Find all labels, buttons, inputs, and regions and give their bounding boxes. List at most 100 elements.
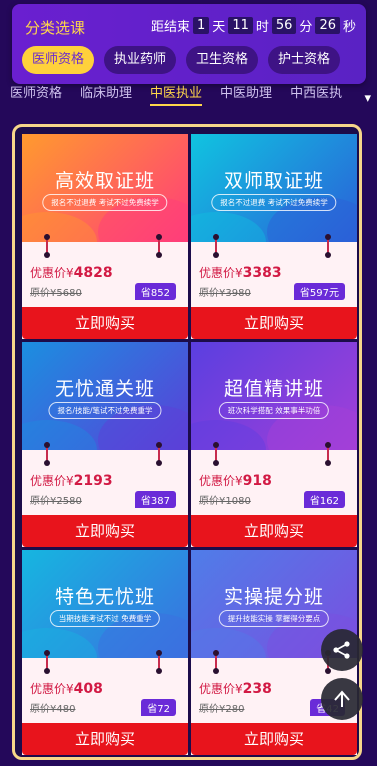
share-button[interactable]	[321, 629, 363, 671]
price-label: 优惠价	[30, 474, 67, 488]
course-title: 无忧通关班	[54, 378, 155, 400]
subtab-clinical-assistant[interactable]: 临床助理	[80, 82, 132, 106]
course-price: 优惠价¥2193	[30, 472, 113, 489]
category-pill-health[interactable]: 卫生资格	[186, 46, 259, 74]
price-value: 408	[73, 681, 103, 697]
binder-ring-icon	[325, 442, 331, 466]
subtab-integrated-medicine[interactable]: 中西医执	[290, 82, 342, 106]
binder-ring-icon	[325, 234, 331, 258]
course-banner: 超值精讲班 班次科学搭配 效果事半功倍	[191, 342, 357, 450]
countdown-minutes: 56	[271, 17, 297, 34]
binder-ring-icon	[156, 234, 162, 258]
currency-symbol: ¥	[235, 474, 243, 488]
course-title: 双师取证班	[223, 170, 324, 192]
binder-ring-icon	[213, 234, 219, 258]
arrow-up-icon	[334, 690, 350, 707]
price-value: 918	[242, 473, 272, 489]
buy-now-button[interactable]: 立即购买	[22, 723, 188, 755]
buy-now-button[interactable]: 立即购买	[22, 515, 188, 547]
banner-decoration	[191, 212, 266, 242]
banner-decoration	[22, 420, 97, 450]
course-card[interactable]: 超值精讲班 班次科学搭配 效果事半功倍 优惠价¥918 原价¥1080 省162…	[191, 342, 357, 547]
price-label: 优惠价	[30, 266, 67, 280]
savings-badge: 省387	[134, 491, 176, 508]
countdown-hours: 11	[228, 17, 253, 34]
countdown-days: 1	[193, 17, 210, 34]
course-subtitle: 报名不过退费 考试不过免费续学	[42, 194, 168, 211]
savings-badge: 省597元	[293, 283, 345, 300]
subtab-bar: 医师资格 临床助理 中医执业 中医助理 中西医执 ▾	[0, 80, 377, 106]
subtab-tcm-practitioner[interactable]: 中医执业	[150, 82, 203, 106]
currency-symbol: ¥	[66, 682, 74, 696]
category-pill-pharmacist[interactable]: 执业药师	[104, 46, 177, 74]
countdown-timer: 距结束 1 天 11 时 56 分 26 秒	[151, 16, 356, 35]
course-subtitle: 报名/技能/笔试不过免费重学	[48, 402, 162, 419]
price-value: 238	[242, 681, 272, 697]
original-price: 原价¥280	[199, 704, 245, 715]
course-subtitle: 提升技能实操 掌握得分要点	[218, 610, 330, 627]
currency-symbol: ¥	[66, 266, 74, 280]
buy-now-button[interactable]: 立即购买	[191, 307, 357, 339]
category-panel: 分类选课 距结束 1 天 11 时 56 分 26 秒 医师资格 执业药师 卫生…	[12, 4, 366, 84]
course-card[interactable]: 特色无忧班 当期技能考试不过 免费重学 优惠价¥408 原价¥480 省72 立…	[22, 550, 188, 755]
course-banner: 高效取证班 报名不过退费 考试不过免费续学	[22, 134, 188, 242]
course-price: 优惠价¥4828	[30, 264, 113, 281]
category-pills: 医师资格 执业药师 卫生资格 护士资格	[22, 46, 341, 74]
course-subtitle: 班次科学搭配 效果事半功倍	[218, 402, 330, 419]
course-price: 优惠价¥238	[199, 680, 272, 697]
back-to-top-button[interactable]	[321, 678, 363, 720]
currency-symbol: ¥	[235, 266, 243, 280]
original-price: 原价¥480	[30, 704, 76, 715]
price-value: 2193	[73, 473, 113, 489]
buy-now-button[interactable]: 立即购买	[191, 515, 357, 547]
course-price: 优惠价¥918	[199, 472, 272, 489]
subtab-expand-icon[interactable]: ▾	[364, 91, 377, 106]
original-price: 原价¥3980	[199, 288, 251, 299]
binder-ring-icon	[44, 442, 50, 466]
original-price: 原价¥1080	[199, 496, 251, 507]
banner-decoration	[191, 628, 266, 658]
course-banner: 双师取证班 报名不过退费 考试不过免费续学	[191, 134, 357, 242]
course-price: 优惠价¥3383	[199, 264, 282, 281]
countdown-minutes-unit: 分	[299, 20, 313, 35]
subtab-tcm-assistant[interactable]: 中医助理	[220, 82, 272, 106]
countdown-days-unit: 天	[212, 20, 226, 35]
original-price: 原价¥2580	[30, 496, 82, 507]
category-title: 分类选课	[25, 19, 86, 37]
binder-ring-icon	[44, 234, 50, 258]
course-card[interactable]: 无忧通关班 报名/技能/笔试不过免费重学 优惠价¥2193 原价¥2580 省3…	[22, 342, 188, 547]
course-banner: 无忧通关班 报名/技能/笔试不过免费重学	[22, 342, 188, 450]
course-price: 优惠价¥408	[30, 680, 103, 697]
course-card[interactable]: 高效取证班 报名不过退费 考试不过免费续学 优惠价¥4828 原价¥5680 省…	[22, 134, 188, 339]
savings-badge: 省162	[303, 491, 345, 508]
savings-badge: 省72	[141, 699, 176, 716]
price-value: 4828	[73, 265, 113, 281]
price-label: 优惠价	[30, 682, 67, 696]
price-value: 3383	[242, 265, 282, 281]
buy-now-button[interactable]: 立即购买	[191, 723, 357, 755]
currency-symbol: ¥	[235, 682, 243, 696]
course-card[interactable]: 双师取证班 报名不过退费 考试不过免费续学 优惠价¥3383 原价¥3980 省…	[191, 134, 357, 339]
category-pill-physician[interactable]: 医师资格	[22, 46, 95, 74]
price-label: 优惠价	[199, 474, 236, 488]
category-pill-nurse[interactable]: 护士资格	[268, 46, 341, 74]
course-banner: 特色无忧班 当期技能考试不过 免费重学	[22, 550, 188, 658]
countdown-seconds-unit: 秒	[342, 20, 356, 35]
binder-ring-icon	[44, 650, 50, 674]
binder-ring-icon	[213, 442, 219, 466]
course-title: 特色无忧班	[54, 586, 155, 608]
subtab-physician[interactable]: 医师资格	[10, 82, 62, 106]
banner-decoration	[191, 420, 266, 450]
buy-now-button[interactable]: 立即购买	[22, 307, 188, 339]
course-title: 超值精讲班	[223, 378, 324, 400]
currency-symbol: ¥	[66, 474, 74, 488]
price-label: 优惠价	[199, 266, 236, 280]
banner-decoration	[22, 212, 97, 242]
price-label: 优惠价	[199, 682, 236, 696]
countdown-hours-unit: 时	[255, 20, 269, 35]
countdown-seconds: 26	[315, 17, 340, 34]
original-price: 原价¥5680	[30, 288, 82, 299]
binder-ring-icon	[213, 650, 219, 674]
banner-decoration	[22, 628, 97, 658]
course-title: 实操提分班	[223, 586, 324, 608]
